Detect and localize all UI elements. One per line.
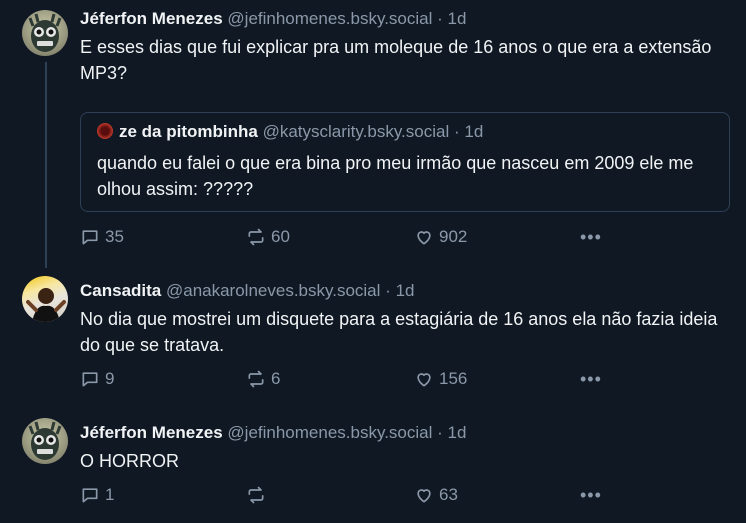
avatar[interactable]	[22, 10, 68, 56]
more-icon[interactable]: •••	[580, 227, 602, 248]
reply-icon	[82, 372, 98, 387]
like-count: 902	[439, 227, 468, 246]
post-actions: 35 60 902 •••	[80, 227, 620, 251]
post-actions: 9 6 156 •••	[80, 369, 620, 393]
reply-button[interactable]: 1	[80, 485, 114, 505]
author-handle[interactable]: @jefinhomenes.bsky.social	[227, 423, 432, 442]
author-name[interactable]: Jéferfon Menezes	[80, 423, 223, 442]
separator: ·	[437, 9, 443, 28]
quote-author: ze da pitombinha	[119, 122, 258, 141]
reply-icon	[82, 230, 98, 245]
repost-count: 60	[271, 227, 290, 246]
reply-count: 9	[105, 369, 115, 388]
separator: ·	[385, 281, 391, 300]
post-header: Jéferfon Menezes @jefinhomenes.bsky.soci…	[80, 8, 730, 30]
repost-button[interactable]	[246, 485, 271, 505]
quote-header: ze da pitombinha @katysclarity.bsky.soci…	[97, 122, 483, 142]
heart-icon	[417, 373, 431, 387]
post-time[interactable]: 1d	[448, 423, 467, 442]
like-button[interactable]: 156	[414, 369, 467, 389]
quote-text: quando eu falei o que era bina pro meu i…	[97, 153, 694, 199]
quote-time: 1d	[464, 122, 484, 141]
post-text: E esses dias que fui explicar pra um mol…	[80, 37, 712, 83]
post-text: No dia que mostrei um disquete para a es…	[80, 309, 718, 355]
heart-icon	[417, 489, 431, 503]
post-time[interactable]: 1d	[448, 9, 467, 28]
post-time[interactable]: 1d	[396, 281, 415, 300]
author-name[interactable]: Cansadita	[80, 281, 161, 300]
avatar[interactable]	[22, 418, 68, 464]
post-header: Jéferfon Menezes @jefinhomenes.bsky.soci…	[80, 422, 730, 444]
thread-line	[45, 62, 47, 268]
like-count: 63	[439, 485, 458, 504]
quoted-post[interactable]: ze da pitombinha @katysclarity.bsky.soci…	[80, 112, 730, 212]
like-count: 156	[439, 369, 468, 388]
like-button[interactable]: 902	[414, 227, 467, 247]
quote-avatar	[97, 123, 113, 139]
repost-button[interactable]: 60	[246, 227, 290, 247]
reply-icon	[82, 488, 98, 503]
reply-button[interactable]: 35	[80, 227, 124, 247]
avatar[interactable]	[22, 276, 68, 322]
more-icon[interactable]: •••	[580, 369, 602, 390]
author-handle[interactable]: @anakarolneves.bsky.social	[166, 281, 380, 300]
heart-icon	[417, 231, 431, 245]
like-button[interactable]: 63	[414, 485, 458, 505]
repost-icon	[248, 370, 264, 388]
repost-count: 6	[271, 369, 281, 388]
repost-icon	[248, 228, 264, 246]
post-header: Cansadita @anakarolneves.bsky.social · 1…	[80, 280, 730, 302]
reply-button[interactable]: 9	[80, 369, 114, 389]
separator: ·	[453, 122, 460, 141]
more-icon[interactable]: •••	[580, 485, 602, 506]
reply-count: 35	[105, 227, 124, 246]
author-handle[interactable]: @jefinhomenes.bsky.social	[227, 9, 432, 28]
author-name[interactable]: Jéferfon Menezes	[80, 9, 223, 28]
quote-handle: @katysclarity.bsky.social	[262, 122, 450, 141]
reply-count: 1	[105, 485, 115, 504]
separator: ·	[437, 423, 443, 442]
repost-icon	[248, 486, 264, 504]
post-actions: 1 63 •••	[80, 485, 620, 509]
repost-button[interactable]: 6	[246, 369, 280, 389]
post-text: O HORROR	[80, 451, 179, 471]
